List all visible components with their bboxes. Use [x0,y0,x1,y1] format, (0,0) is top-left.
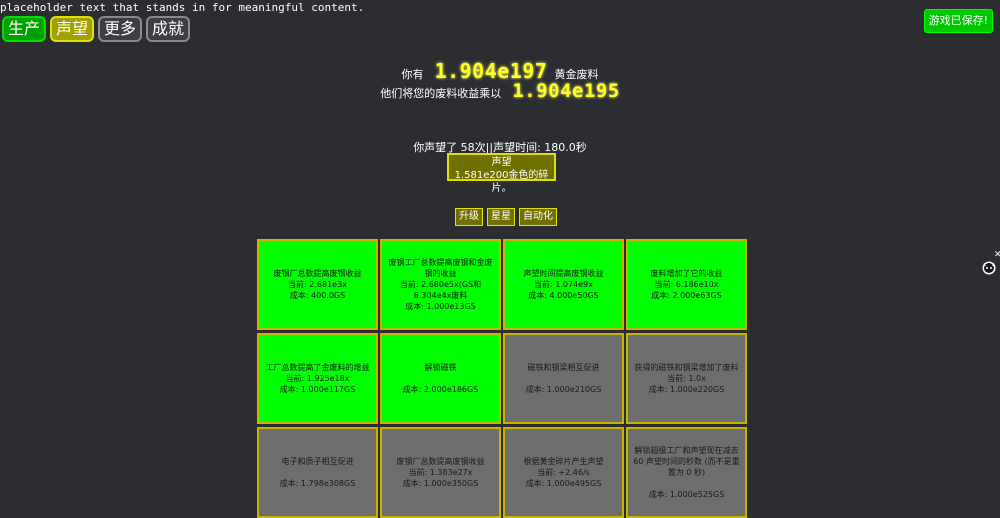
main-tabs: 生产 声望 更多 成就 [2,16,191,42]
upgrade-description: 废钢工厂总数提高废钢和金废钢的收益 [388,258,493,278]
upgrade-card[interactable]: 工厂总数提高了金废料的增益 当前: 1.925e18x 成本: 1.000e11… [257,333,378,424]
upgrade-cost: 成本: 2.000e186GS [402,385,479,394]
upgrade-card[interactable]: 废钢厂总数提高废钢收益 当前: 1.383e27x 成本: 1.000e350G… [380,427,501,518]
upgrade-cost: 成本: 1.000e13GS [405,302,476,311]
tab-production[interactable]: 生产 [2,16,47,42]
upgrade-current: 当前: 2.681e3x [288,280,347,289]
upgrade-description: 磁铁和钢梁相互促进 [527,363,600,372]
upgrade-cost: 成本: 2.000e63GS [651,291,722,300]
upgrade-cost: 成本: 4.000e50GS [528,291,599,300]
upgrade-description: 根据黄金碎片产生声望 [523,457,604,466]
upgrade-description: 工厂总数提高了金废料的增益 [265,363,370,372]
upgrade-card[interactable]: 废料增加了它的收益 当前: 6.186e10x 成本: 2.000e63GS [626,239,747,330]
upgrade-description: 废料增加了它的收益 [650,269,723,278]
upgrade-description: 获得的磁铁和钢梁增加了废料 [634,363,739,372]
upgrade-current: 当前: 2.680e5x(GS和 6.304e4x废料 [399,280,482,300]
upgrade-current: 当前: +2.46/s [537,468,590,477]
tab-prestige[interactable]: 声望 [50,16,95,42]
prestige-button-title: 声望 [491,157,512,168]
upgrade-current: 当前: 6.186e10x [654,280,719,289]
placeholder-text: placeholder text that stands in for mean… [0,1,365,14]
upgrade-cost: 成本: 1.000e525GS [648,490,725,499]
upgrade-current: 当前: 1.383e27x [408,468,473,477]
upgrade-description: 废钢厂总数提高废钢收益 [396,457,485,466]
prestige-subtabs: 升级 星星 自动化 [455,208,557,226]
upgrade-cost: 成本: 1.000e220GS [648,385,725,394]
game-saved-button[interactable]: 游戏已保存! [923,9,993,33]
upgrade-cost: 成本: 1.000e350GS [402,479,479,488]
tab-achievements[interactable]: 成就 [146,16,191,42]
upgrade-description: 电子和质子相互促进 [281,457,354,466]
upgrade-current: 当前: 1.074e9x [534,280,593,289]
subtab-stars[interactable]: 星星 [487,208,515,226]
upgrade-card[interactable]: 声望时间提高废钢收益 当前: 1.074e9x 成本: 4.000e50GS [503,239,624,330]
upgrade-description: 声望时间提高废钢收益 [523,269,604,278]
prestige-button[interactable]: 声望 1.581e200金色的碎片。 [447,153,556,194]
github-cat-icon[interactable] [981,259,997,275]
upgrade-cost: 成本: 1.000e495GS [525,479,602,488]
multiplier-prefix: 他们将您的废料收益乘以 [380,87,502,100]
upgrade-cost: 成本: 1.000e117GS [279,385,356,394]
upgrade-card[interactable]: 废钢厂总数提高废钢收益 当前: 2.681e3x 成本: 400.0GS [257,239,378,330]
upgrade-description: 废钢厂总数提高废钢收益 [273,269,362,278]
upgrade-card[interactable]: 磁铁和钢梁相互促进 成本: 1.000e210GS [503,333,624,424]
scrap-multiplier-line: 他们将您的废料收益乘以 1.904e195 [0,80,1000,102]
prestige-button-reward: 1.581e200金色的碎片。 [454,170,549,194]
scrap-multiplier: 1.904e195 [512,80,620,102]
upgrade-description: 解锁磁铁 [424,363,457,372]
upgrade-cost: 成本: 1.000e210GS [525,385,602,394]
upgrade-card[interactable]: 根据黄金碎片产生声望 当前: +2.46/s 成本: 1.000e495GS [503,427,624,518]
upgrade-description: 解锁超级工厂和声望现在减去 60 声望时间的秒数 (而不是重置为 0 秒) [633,446,740,477]
upgrade-card[interactable]: 电子和质子相互促进 成本: 1.798e308GS [257,427,378,518]
upgrade-card[interactable]: 解锁超级工厂和声望现在减去 60 声望时间的秒数 (而不是重置为 0 秒) 成本… [626,427,747,518]
upgrade-cost: 成本: 400.0GS [289,291,346,300]
upgrade-current: 当前: 1.0x [667,374,706,383]
subtab-upgrades[interactable]: 升级 [455,208,483,226]
upgrade-card[interactable]: 获得的磁铁和钢梁增加了废料 当前: 1.0x 成本: 1.000e220GS [626,333,747,424]
upgrade-card[interactable]: 废钢工厂总数提高废钢和金废钢的收益 当前: 2.680e5x(GS和 6.304… [380,239,501,330]
upgrade-current: 当前: 1.925e18x [285,374,350,383]
upgrade-card[interactable]: 解锁磁铁 成本: 2.000e186GS [380,333,501,424]
tab-more[interactable]: 更多 [98,16,143,42]
upgrade-cost: 成本: 1.798e308GS [279,479,356,488]
subtab-automation[interactable]: 自动化 [519,208,557,226]
